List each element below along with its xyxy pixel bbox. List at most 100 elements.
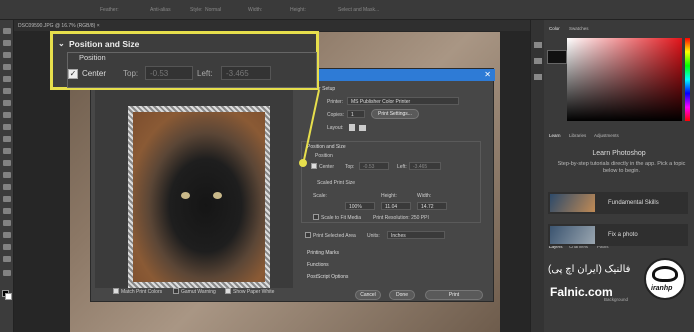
print-settings-button[interactable]: Print Settings...	[371, 109, 419, 119]
left-input[interactable]: -3.465	[409, 162, 441, 170]
anti-alias-option[interactable]: Anti-alias	[150, 7, 171, 13]
print-preview	[95, 84, 293, 288]
print-button[interactable]: Print	[425, 290, 483, 300]
learn-topic-fundamental-skills[interactable]: Fundamental Skills	[548, 192, 688, 214]
callout-top-input[interactable]: -0.53	[145, 66, 193, 80]
show-paper-white-checkbox[interactable]	[225, 288, 231, 294]
tab-libraries[interactable]: Libraries	[569, 133, 586, 138]
cat-eye	[213, 192, 222, 199]
landscape-icon[interactable]	[359, 125, 366, 131]
units-select[interactable]: Inches	[387, 231, 445, 239]
dodge-tool-icon[interactable]	[3, 184, 11, 190]
position-subheading: Position	[315, 153, 333, 159]
blur-tool-icon[interactable]	[3, 172, 11, 178]
select-and-mask-button[interactable]: Select and Mask...	[338, 7, 379, 13]
paper-preview	[128, 106, 270, 288]
height-input[interactable]: 11.04	[381, 202, 411, 210]
tab-color[interactable]: Color	[549, 26, 560, 31]
properties-panel-icon[interactable]	[534, 58, 542, 64]
logo-text: iranhp	[651, 285, 673, 292]
move-tool-icon[interactable]	[3, 28, 11, 34]
tab-learn[interactable]: Learn	[549, 133, 561, 138]
copies-label: Copies:	[327, 112, 344, 118]
height-value: 11.04	[385, 204, 398, 210]
foreground-color-chip[interactable]	[547, 50, 567, 64]
print-dialog: ✕ Printer Setup Printer: MS Publisher Co…	[90, 68, 495, 302]
left-value: -3.465	[413, 164, 428, 170]
callout-left-label: Left:	[197, 69, 213, 78]
history-panel-icon[interactable]	[534, 42, 542, 48]
units-label: Units:	[367, 233, 380, 239]
height-label: Height:	[381, 193, 397, 199]
cancel-button[interactable]: Cancel	[355, 290, 381, 300]
printer-select[interactable]: MS Publisher Color Printer	[347, 97, 459, 105]
gradient-tool-icon[interactable]	[3, 160, 11, 166]
callout-left-value: -3.465	[226, 69, 249, 78]
options-bar: Feather: Anti-alias Style: Normal Width:…	[0, 0, 694, 20]
center-checkbox[interactable]	[311, 163, 317, 169]
brush-panel-icon[interactable]	[534, 74, 542, 80]
stamp-tool-icon[interactable]	[3, 124, 11, 130]
pen-tool-icon[interactable]	[3, 196, 11, 202]
style-select[interactable]: Normal	[205, 7, 221, 13]
hue-slider[interactable]	[685, 38, 690, 121]
history-brush-tool-icon[interactable]	[3, 136, 11, 142]
left-label: Left:	[397, 164, 407, 170]
scale-input[interactable]: 100%	[345, 202, 375, 210]
topic-label: Fundamental Skills	[608, 200, 659, 206]
crop-tool-icon[interactable]	[3, 76, 11, 82]
scale-to-fit-checkbox[interactable]	[313, 214, 319, 220]
document-tab[interactable]: DSC09590.JPG @ 16.7% (RGB/8) ×	[18, 23, 100, 29]
functions-heading[interactable]: Functions	[307, 262, 329, 268]
hand-tool-icon[interactable]	[3, 244, 11, 250]
zoom-tool-icon[interactable]	[3, 256, 11, 262]
scale-value: 100%	[349, 204, 362, 210]
learn-topic-fix-a-photo[interactable]: Fix a photo	[548, 224, 688, 246]
postscript-options-heading[interactable]: PostScript Options	[307, 274, 348, 280]
eyedropper-tool-icon[interactable]	[3, 88, 11, 94]
close-icon[interactable]: ✕	[484, 70, 491, 79]
callout-center-checkbox[interactable]: ✓	[68, 69, 78, 79]
callout-position-label: Position	[79, 53, 106, 62]
position-size-heading[interactable]: Position and Size	[307, 144, 346, 150]
topic-thumbnail	[550, 226, 595, 244]
callout-title: Position and Size	[69, 39, 140, 49]
shape-tool-icon[interactable]	[3, 232, 11, 238]
gamut-warning-checkbox[interactable]	[173, 288, 179, 294]
more-tools-icon[interactable]	[3, 270, 11, 276]
eraser-tool-icon[interactable]	[3, 148, 11, 154]
portrait-icon[interactable]	[349, 124, 355, 131]
match-print-colors-checkbox[interactable]	[113, 288, 119, 294]
tools-panel	[0, 20, 14, 332]
callout-center-label: Center	[82, 69, 107, 78]
callout-chevron-icon: ⌄	[58, 39, 65, 48]
show-paper-white-label: Show Paper White	[233, 289, 275, 295]
type-tool-icon[interactable]	[3, 208, 11, 214]
feather-label: Feather:	[100, 7, 119, 13]
printing-marks-heading[interactable]: Printing Marks	[307, 250, 339, 256]
healing-tool-icon[interactable]	[3, 100, 11, 106]
path-selection-tool-icon[interactable]	[3, 220, 11, 226]
background-color-swatch[interactable]	[5, 293, 12, 300]
print-selected-area-checkbox[interactable]	[305, 232, 311, 238]
layout-label: Layout:	[327, 125, 344, 131]
callout-left-input[interactable]: -3.465	[221, 66, 271, 80]
copies-value: 1	[351, 112, 354, 118]
topic-thumbnail	[550, 194, 595, 212]
color-picker-field[interactable]	[567, 38, 682, 121]
zoom-callout: ⌄ Position and Size Position ✓ Center To…	[50, 31, 319, 90]
done-button[interactable]: Done	[389, 290, 415, 300]
print-selected-area-label: Print Selected Area	[313, 233, 356, 239]
marquee-tool-icon[interactable]	[3, 40, 11, 46]
lasso-tool-icon[interactable]	[3, 52, 11, 58]
panel-icon-strip	[530, 20, 544, 332]
printer-label: Printer:	[327, 99, 344, 105]
brand-domain: Falnic.com	[550, 285, 613, 299]
magic-wand-tool-icon[interactable]	[3, 64, 11, 70]
brush-tool-icon[interactable]	[3, 112, 11, 118]
copies-input[interactable]: 1	[347, 110, 365, 118]
tab-swatches[interactable]: Swatches	[569, 26, 589, 31]
top-input[interactable]: -0.53	[359, 162, 389, 170]
width-input[interactable]: 14.72	[417, 202, 447, 210]
tab-adjustments[interactable]: Adjustments	[594, 133, 619, 138]
